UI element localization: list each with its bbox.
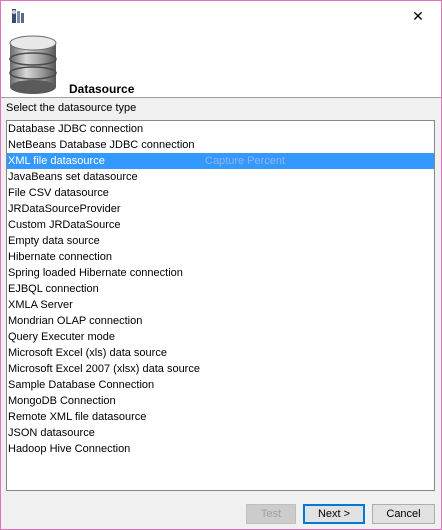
datasource-list-item[interactable]: Hibernate connection bbox=[7, 249, 434, 265]
datasource-list-item[interactable]: Hadoop Hive Connection bbox=[7, 441, 434, 457]
datasource-list-item[interactable]: Empty data source bbox=[7, 233, 434, 249]
close-button[interactable]: ✕ bbox=[395, 1, 441, 31]
test-button[interactable]: Test bbox=[246, 504, 296, 524]
next-button[interactable]: Next > bbox=[303, 504, 365, 524]
datasource-list-item[interactable]: JSON datasource bbox=[7, 425, 434, 441]
datasource-list-item[interactable]: MongoDB Connection bbox=[7, 393, 434, 409]
datasource-list-item[interactable]: Mondrian OLAP connection bbox=[7, 313, 434, 329]
datasource-list-item-label: JSON datasource bbox=[8, 427, 95, 439]
close-icon: ✕ bbox=[412, 7, 424, 24]
wizard-body: Select the datasource type Database JDBC… bbox=[1, 98, 441, 498]
datasource-list-item-label: Empty data source bbox=[8, 235, 100, 247]
datasource-list-item-label: NetBeans Database JDBC connection bbox=[8, 139, 195, 151]
datasource-list-item-label: EJBQL connection bbox=[8, 283, 99, 295]
datasource-list-item-label: JavaBeans set datasource bbox=[8, 171, 138, 183]
datasource-list-item-label: Query Executer mode bbox=[8, 331, 115, 343]
cancel-button[interactable]: Cancel bbox=[372, 504, 435, 524]
app-icon bbox=[10, 8, 26, 24]
datasource-type-list[interactable]: Database JDBC connection NetBeans Databas… bbox=[6, 120, 435, 491]
datasource-list-item[interactable]: Microsoft Excel 2007 (xlsx) data source bbox=[7, 361, 434, 377]
datasource-list-item[interactable]: Microsoft Excel (xls) data source bbox=[7, 345, 434, 361]
datasource-list-item-label: Microsoft Excel 2007 (xlsx) data source bbox=[8, 363, 200, 375]
datasource-list-item-label: MongoDB Connection bbox=[8, 395, 116, 407]
datasource-list-item-label: Mondrian OLAP connection bbox=[8, 315, 143, 327]
datasource-list-item[interactable]: NetBeans Database JDBC connection bbox=[7, 137, 434, 153]
title-bar[interactable]: ✕ bbox=[1, 1, 441, 31]
datasource-list-item[interactable]: Remote XML file datasource bbox=[7, 409, 434, 425]
datasource-list-item[interactable]: Custom JRDataSource bbox=[7, 217, 434, 233]
datasource-list-item[interactable]: JRDataSourceProvider bbox=[7, 201, 434, 217]
datasource-list-item-label: Microsoft Excel (xls) data source bbox=[8, 347, 167, 359]
header-title: Datasource bbox=[69, 82, 135, 96]
datasource-list-item-label: Sample Database Connection bbox=[8, 379, 155, 391]
datasource-list-item-label: JRDataSourceProvider bbox=[8, 203, 121, 215]
database-icon bbox=[7, 35, 59, 95]
datasource-list-item[interactable]: File CSV datasource bbox=[7, 185, 434, 201]
datasource-list-item[interactable]: Sample Database Connection bbox=[7, 377, 434, 393]
datasource-list-item[interactable]: EJBQL connection bbox=[7, 281, 434, 297]
datasource-list-item[interactable]: XMLA Server bbox=[7, 297, 434, 313]
datasource-list-item[interactable]: Spring loaded Hibernate connection bbox=[7, 265, 434, 281]
datasource-list-item-label: Hadoop Hive Connection bbox=[8, 443, 131, 455]
datasource-list-item-label: Custom JRDataSource bbox=[8, 219, 121, 231]
datasource-list-item-label: XML file datasource bbox=[8, 155, 105, 167]
datasource-list-item-label: File CSV datasource bbox=[8, 187, 109, 199]
datasource-list-item[interactable]: Database JDBC connection bbox=[7, 121, 434, 137]
button-bar: Test Next > Cancel bbox=[1, 498, 441, 529]
overlay-watermark-text: Capture Percent bbox=[205, 155, 286, 167]
datasource-list-item[interactable]: JavaBeans set datasource bbox=[7, 169, 434, 185]
wizard-header: Datasource bbox=[1, 31, 441, 97]
datasource-list-item-label: XMLA Server bbox=[8, 299, 73, 311]
datasource-list-item-label: Hibernate connection bbox=[8, 251, 112, 263]
datasource-list-item-label: Spring loaded Hibernate connection bbox=[8, 267, 183, 279]
datasource-prompt: Select the datasource type bbox=[6, 102, 137, 114]
datasource-list-item-label: Database JDBC connection bbox=[8, 123, 144, 135]
datasource-list-item[interactable]: Query Executer mode bbox=[7, 329, 434, 345]
datasource-dialog: ✕ Datasource Select the datasource type … bbox=[0, 0, 442, 530]
datasource-list-item[interactable]: XML file datasource Capture Percent bbox=[7, 153, 434, 169]
datasource-list-item-label: Remote XML file datasource bbox=[8, 411, 147, 423]
